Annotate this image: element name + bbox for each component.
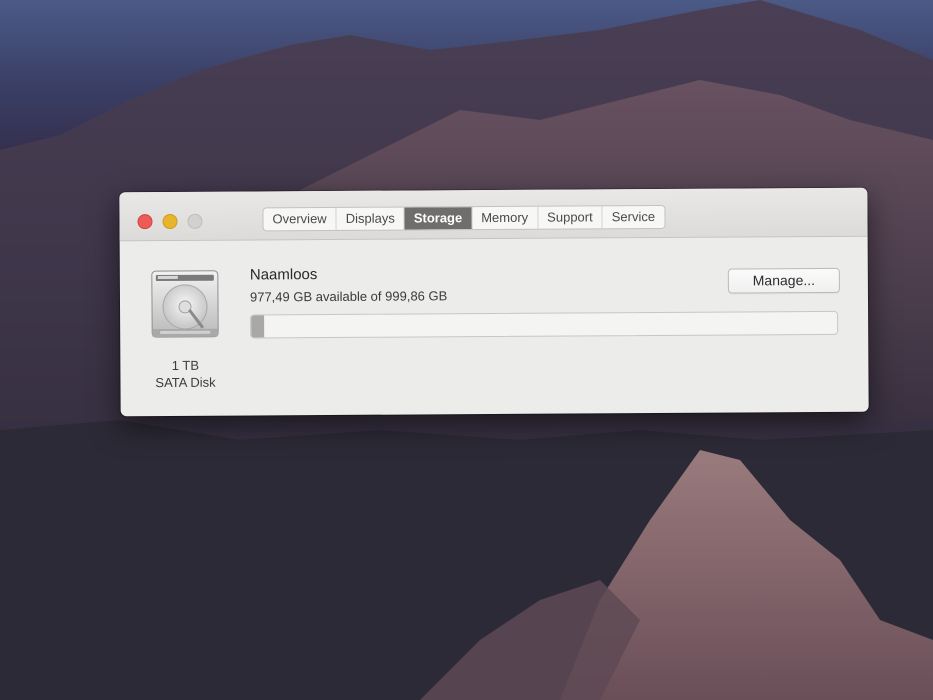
close-button[interactable] [137,214,153,230]
tab-memory[interactable]: Memory [472,206,539,230]
window-titlebar[interactable]: Overview Displays Storage Memory Support… [119,187,868,242]
hard-drive-icon [151,270,219,338]
tab-bar: Overview Displays Storage Memory Support… [262,204,666,232]
disk-caption: 1 TB SATA Disk [140,357,230,392]
zoom-button[interactable] [187,213,203,229]
tab-support[interactable]: Support [538,206,603,229]
tab-service[interactable]: Service [603,206,664,228]
disk-available-text: 977,49 GB available of 999,86 GB [249,288,448,305]
disk-type: SATA Disk [155,374,216,391]
disk-capacity: 1 TB [171,357,200,373]
storage-usage-fill [251,315,265,338]
tab-overview[interactable]: Overview [263,207,337,231]
storage-panel: 1 TB SATA Disk Naamloos 977,49 GB availa… [120,237,869,417]
manage-button[interactable]: Manage... [727,267,840,294]
tab-storage[interactable]: Storage [404,207,473,230]
storage-usage-bar [250,310,839,339]
about-this-mac-window: Overview Displays Storage Memory Support… [119,187,869,417]
minimize-button[interactable] [162,213,178,230]
disk-name: Naamloos [249,266,318,284]
desktop-wallpaper: Overview Displays Storage Memory Support… [0,0,933,700]
tab-displays[interactable]: Displays [336,207,405,230]
